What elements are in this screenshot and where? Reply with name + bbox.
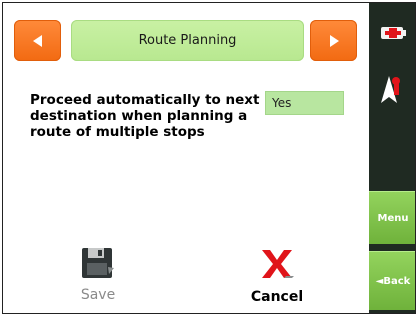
north-arrow-icon (381, 76, 400, 103)
arrow-left-icon (32, 34, 42, 47)
next-button[interactable] (310, 20, 357, 61)
cancel-label: Cancel (250, 289, 304, 305)
screen: Route Planning Proceed automatically to … (2, 2, 416, 314)
red-x-icon (262, 250, 294, 278)
cancel-button[interactable]: Cancel (237, 247, 317, 305)
save-label: Save (80, 287, 116, 303)
save-button[interactable]: Save (63, 247, 133, 303)
battery-icon (381, 27, 406, 39)
floppy-disk-icon (82, 248, 114, 278)
setting-question: Proceed automatically to next destinatio… (30, 92, 260, 140)
menu-button[interactable]: Menu (369, 191, 415, 244)
previous-button[interactable] (14, 20, 61, 61)
back-button[interactable]: ◄Back (369, 251, 415, 310)
sidebar: Menu ◄Back (369, 3, 415, 313)
page-title: Route Planning (71, 20, 304, 61)
setting-value-selector[interactable]: Yes (265, 91, 344, 115)
arrow-right-icon (329, 34, 339, 47)
